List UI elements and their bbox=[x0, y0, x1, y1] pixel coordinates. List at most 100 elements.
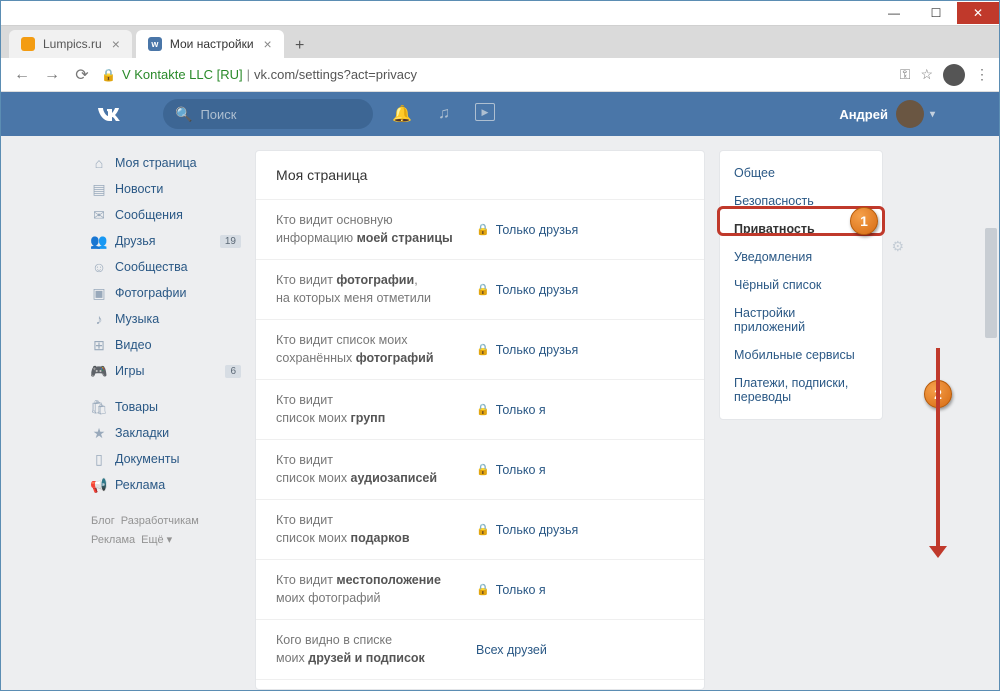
nav-my-page[interactable]: ⌂Моя страница bbox=[91, 150, 241, 176]
search-input[interactable]: 🔍 Поиск bbox=[163, 99, 373, 129]
music-icon[interactable]: ♫ bbox=[433, 103, 455, 125]
setting-row[interactable]: Кто видитсписок моих групп🔒Только я bbox=[256, 379, 704, 439]
browser-tab-vk[interactable]: w Мои настройки × bbox=[136, 30, 284, 58]
title-bar: — ☐ ✕ bbox=[1, 1, 999, 26]
video-icon: ⊞ bbox=[91, 337, 107, 354]
lock-icon: 🔒 bbox=[476, 523, 490, 536]
nav-ads[interactable]: 📢Реклама bbox=[91, 472, 241, 498]
nav-video[interactable]: ⊞Видео bbox=[91, 332, 241, 358]
star-icon[interactable]: ☆ bbox=[920, 66, 933, 83]
setting-value[interactable]: 🔒Только друзья bbox=[476, 283, 578, 297]
panel-title: Моя страница bbox=[256, 151, 704, 199]
setting-value[interactable]: 🔒Только я bbox=[476, 463, 546, 477]
setting-value[interactable]: 🔒Только друзья bbox=[476, 523, 578, 537]
nav-bookmarks[interactable]: ★Закладки bbox=[91, 420, 241, 446]
back-button[interactable]: ← bbox=[11, 64, 33, 86]
nav-footer: БлогРазработчикам РекламаЕщё ▾ bbox=[91, 512, 241, 549]
setting-label: Кто видитсписок моих групп bbox=[276, 392, 476, 427]
close-icon[interactable]: × bbox=[112, 36, 120, 52]
favicon-icon: w bbox=[148, 37, 162, 51]
setting-label: Кто видит местоположениемоих фотографий bbox=[276, 572, 476, 607]
profile-avatar[interactable] bbox=[943, 64, 965, 86]
url-path: vk.com/settings?act=privacy bbox=[254, 67, 417, 82]
photos-icon: ▣ bbox=[91, 285, 107, 302]
home-icon: ⌂ bbox=[91, 155, 107, 171]
vk-header: 🔍 Поиск 🔔 ♫ ▶ Андрей ▾ bbox=[1, 92, 999, 136]
setting-row[interactable]: Кто видитмоих скрытых друзей🔒Только я bbox=[256, 679, 704, 690]
reload-button[interactable]: ⟳ bbox=[71, 64, 93, 86]
friends-icon: 👥 bbox=[91, 233, 107, 250]
setting-value[interactable]: 🔒Только друзья bbox=[476, 343, 578, 357]
setting-value[interactable]: Всех друзей bbox=[476, 643, 547, 657]
favicon-icon bbox=[21, 37, 35, 51]
browser-tab-lumpics[interactable]: Lumpics.ru × bbox=[9, 30, 132, 58]
setting-label: Кто видит фотографии,на которых меня отм… bbox=[276, 272, 476, 307]
arrow-down-icon bbox=[936, 348, 940, 548]
lock-icon: 🔒 bbox=[101, 68, 116, 82]
setting-row[interactable]: Кого видно в спискемоих друзей и подписо… bbox=[256, 619, 704, 679]
forward-button[interactable]: → bbox=[41, 64, 63, 86]
messages-icon: ✉ bbox=[91, 207, 107, 224]
maximize-button[interactable]: ☐ bbox=[915, 2, 957, 24]
user-menu[interactable]: Андрей ▾ bbox=[839, 100, 935, 128]
menu-payments[interactable]: Платежи, подписки, переводы bbox=[720, 369, 882, 411]
menu-apps[interactable]: Настройки приложений bbox=[720, 299, 882, 341]
key-icon[interactable]: ⚿ bbox=[900, 66, 911, 83]
menu-general[interactable]: Общее bbox=[720, 159, 882, 187]
lock-icon: 🔒 bbox=[476, 223, 490, 236]
setting-row[interactable]: Кто видит фотографии,на которых меня отм… bbox=[256, 259, 704, 319]
news-icon: ▤ bbox=[91, 181, 107, 198]
market-icon: 🛍 bbox=[91, 399, 107, 416]
setting-row[interactable]: Кто видит местоположениемоих фотографий🔒… bbox=[256, 559, 704, 619]
nav-market[interactable]: 🛍Товары bbox=[91, 394, 241, 420]
setting-row[interactable]: Кто видит основнуюинформацию моей страни… bbox=[256, 199, 704, 259]
lock-icon: 🔒 bbox=[476, 283, 490, 296]
setting-row[interactable]: Кто видитсписок моих подарков🔒Только дру… bbox=[256, 499, 704, 559]
lock-icon: 🔒 bbox=[476, 463, 490, 476]
setting-row[interactable]: Кто видит список моихсохранённых фотогра… bbox=[256, 319, 704, 379]
callout-1: 1 bbox=[850, 207, 878, 235]
setting-label: Кто видитсписок моих аудиозаписей bbox=[276, 452, 476, 487]
menu-notifications[interactable]: Уведомления bbox=[720, 243, 882, 271]
nav-groups[interactable]: ☺Сообщества bbox=[91, 254, 241, 280]
vk-logo-icon[interactable] bbox=[93, 100, 121, 128]
url-input[interactable]: 🔒 V Kontakte LLC [RU] | vk.com/settings?… bbox=[101, 67, 892, 82]
nav-news[interactable]: ▤Новости bbox=[91, 176, 241, 202]
menu-blacklist[interactable]: Чёрный список bbox=[720, 271, 882, 299]
setting-row[interactable]: Кто видитсписок моих аудиозаписей🔒Только… bbox=[256, 439, 704, 499]
music-nav-icon: ♪ bbox=[91, 311, 107, 327]
menu-mobile[interactable]: Мобильные сервисы bbox=[720, 341, 882, 369]
play-icon[interactable]: ▶ bbox=[475, 103, 495, 121]
close-icon[interactable]: × bbox=[264, 36, 272, 52]
nav-docs[interactable]: ▯Документы bbox=[91, 446, 241, 472]
menu-icon[interactable]: ⋮ bbox=[975, 66, 989, 83]
setting-value[interactable]: 🔒Только я bbox=[476, 583, 546, 597]
nav-messages[interactable]: ✉Сообщения bbox=[91, 202, 241, 228]
settings-menu: Общее Безопасность Приватность Уведомлен… bbox=[719, 150, 883, 420]
lock-icon: 🔒 bbox=[476, 583, 490, 596]
left-nav: ⌂Моя страница ▤Новости ✉Сообщения 👥Друзь… bbox=[91, 150, 241, 690]
settings-panel: Моя страница Кто видит основнуюинформаци… bbox=[255, 150, 705, 690]
scrollbar[interactable] bbox=[985, 228, 997, 690]
groups-icon: ☺ bbox=[91, 259, 107, 275]
minimize-button[interactable]: — bbox=[873, 2, 915, 24]
nav-music[interactable]: ♪Музыка bbox=[91, 306, 241, 332]
setting-value[interactable]: 🔒Только я bbox=[476, 403, 546, 417]
setting-value[interactable]: 🔒Только друзья bbox=[476, 223, 578, 237]
gear-icon[interactable]: ⚙ bbox=[891, 238, 904, 255]
nav-photos[interactable]: ▣Фотографии bbox=[91, 280, 241, 306]
ads-icon: 📢 bbox=[91, 477, 107, 494]
avatar bbox=[896, 100, 924, 128]
notifications-icon[interactable]: 🔔 bbox=[391, 103, 413, 125]
nav-games[interactable]: 🎮Игры6 bbox=[91, 358, 241, 384]
docs-icon: ▯ bbox=[91, 451, 107, 468]
nav-friends[interactable]: 👥Друзья19 bbox=[91, 228, 241, 254]
new-tab-button[interactable]: + bbox=[288, 34, 312, 58]
bookmarks-icon: ★ bbox=[91, 425, 107, 442]
lock-icon: 🔒 bbox=[476, 343, 490, 356]
setting-label: Кто видит список моихсохранённых фотогра… bbox=[276, 332, 476, 367]
setting-label: Кто видит основнуюинформацию моей страни… bbox=[276, 212, 476, 247]
setting-label: Кого видно в спискемоих друзей и подписо… bbox=[276, 632, 476, 667]
close-button[interactable]: ✕ bbox=[957, 2, 999, 24]
games-icon: 🎮 bbox=[91, 363, 107, 380]
